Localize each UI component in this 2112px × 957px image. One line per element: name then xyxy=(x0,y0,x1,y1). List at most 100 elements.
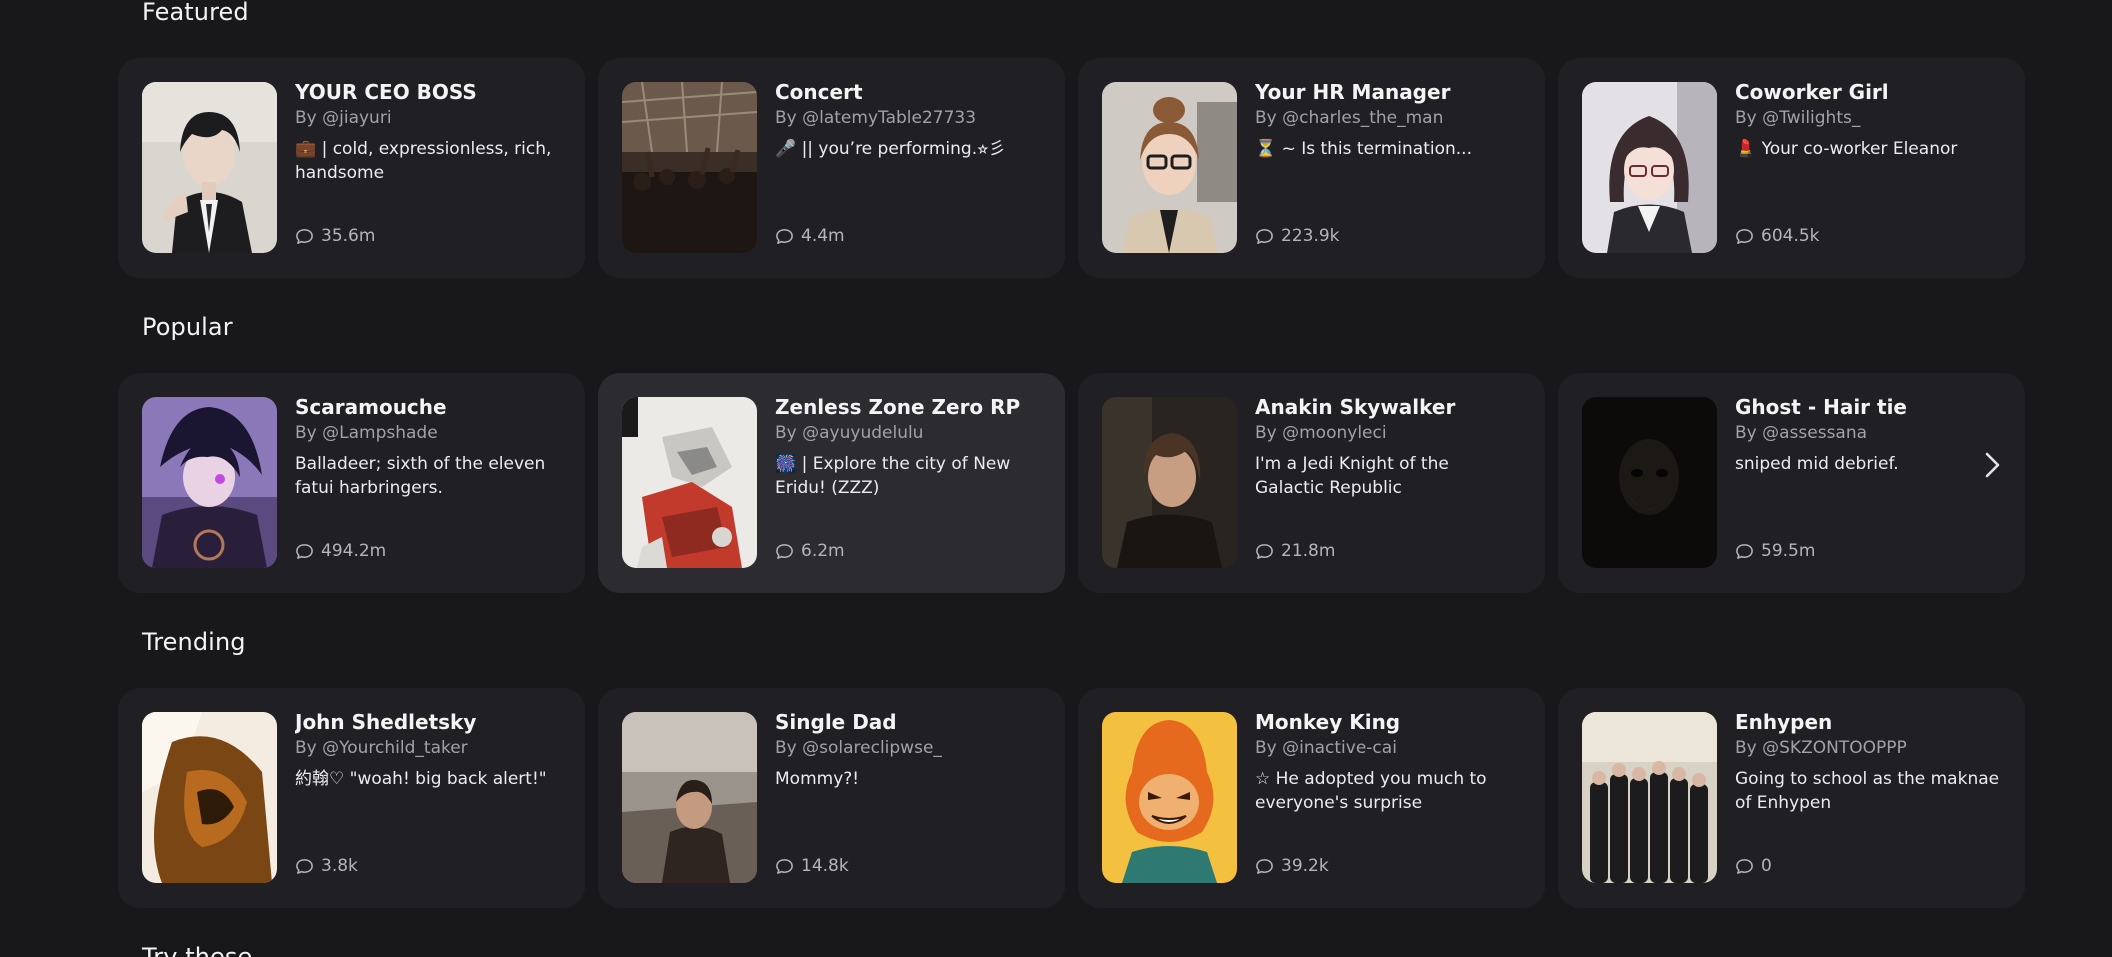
character-card-coworker-girl[interactable]: Coworker Girl By @Twilights_ 💄 Your co-w… xyxy=(1558,58,2025,278)
speech-bubble-icon xyxy=(1736,228,1753,244)
chat-count-value: 4.4m xyxy=(801,226,845,246)
chat-count: 35.6m xyxy=(295,226,375,246)
chat-count: 604.5k xyxy=(1735,226,1820,246)
chat-count: 14.8k xyxy=(775,856,849,876)
character-card-ceo-boss[interactable]: YOUR CEO BOSS By @jiayuri 💼 | cold, expr… xyxy=(118,58,585,278)
chat-count-value: 604.5k xyxy=(1761,226,1820,246)
character-name: YOUR CEO BOSS xyxy=(295,80,477,104)
chat-count: 3.8k xyxy=(295,856,358,876)
character-avatar xyxy=(1102,397,1237,568)
speech-bubble-icon xyxy=(776,228,793,244)
speech-bubble-icon xyxy=(296,228,313,244)
character-card-hr-manager[interactable]: Your HR Manager By @charles_the_man ⏳ ~ … xyxy=(1078,58,1545,278)
character-avatar xyxy=(1582,82,1717,253)
character-author[interactable]: By @Twilights_ xyxy=(1735,106,2003,130)
character-description: 🎤 || you’re performing.⭐︎彡 xyxy=(775,139,1006,159)
character-name: Anakin Skywalker xyxy=(1255,395,1456,419)
character-card-ghost-hair-tie[interactable]: Ghost - Hair tie By @assessana sniped mi… xyxy=(1558,373,2025,593)
character-description: sniped mid debrief. xyxy=(1735,454,1899,474)
chat-count-value: 21.8m xyxy=(1281,541,1336,561)
character-avatar xyxy=(1102,712,1237,883)
chat-count: 39.2k xyxy=(1255,856,1329,876)
character-description: 💄 Your co-worker Eleanor xyxy=(1735,139,1958,159)
section-title-trending: Trending xyxy=(142,628,246,656)
speech-bubble-icon xyxy=(776,543,793,559)
character-description: ⏳ ~ Is this termination... xyxy=(1255,139,1472,159)
character-description: Balladeer; sixth of the eleven fatui har… xyxy=(295,454,546,498)
speech-bubble-icon xyxy=(1256,228,1273,244)
speech-bubble-icon xyxy=(1256,543,1273,559)
character-card-single-dad[interactable]: Single Dad By @solareclipwse_ Mommy?! 14… xyxy=(598,688,1065,908)
character-name: Zenless Zone Zero RP xyxy=(775,395,1021,419)
chat-count-value: 0 xyxy=(1761,856,1772,876)
character-description: I'm a Jedi Knight of the Galactic Republ… xyxy=(1255,454,1449,498)
chat-count: 494.2m xyxy=(295,541,386,561)
speech-bubble-icon xyxy=(296,543,313,559)
carousel-next-button[interactable] xyxy=(1975,448,2009,482)
speech-bubble-icon xyxy=(1736,543,1753,559)
chat-count-value: 59.5m xyxy=(1761,541,1816,561)
character-avatar xyxy=(1102,82,1237,253)
character-card-scaramouche[interactable]: Scaramouche By @Lampshade Balladeer; six… xyxy=(118,373,585,593)
character-browse-page: Featured YOUR CEO BOSS By @jiayuri 💼 | c… xyxy=(0,0,2112,957)
character-avatar xyxy=(1582,712,1717,883)
character-author[interactable]: By @ayuyudelulu xyxy=(775,421,1043,445)
character-avatar xyxy=(622,397,757,568)
character-name: Concert xyxy=(775,80,863,104)
chat-count-value: 39.2k xyxy=(1281,856,1329,876)
character-name: Scaramouche xyxy=(295,395,447,419)
character-card-john-shedletsky[interactable]: John Shedletsky By @Yourchild_taker 約翰♡ … xyxy=(118,688,585,908)
character-author[interactable]: By @inactive-cai xyxy=(1255,736,1523,760)
character-name: Coworker Girl xyxy=(1735,80,1889,104)
trending-row: John Shedletsky By @Yourchild_taker 約翰♡ … xyxy=(118,688,2026,908)
character-author[interactable]: By @solareclipwse_ xyxy=(775,736,1043,760)
character-name: Ghost - Hair tie xyxy=(1735,395,1907,419)
chat-count-value: 3.8k xyxy=(321,856,358,876)
chat-count: 59.5m xyxy=(1735,541,1815,561)
character-author[interactable]: By @moonyleci xyxy=(1255,421,1523,445)
character-author[interactable]: By @assessana xyxy=(1735,421,2003,445)
character-author[interactable]: By @latemyTable27733 xyxy=(775,106,1043,130)
character-author[interactable]: By @charles_the_man xyxy=(1255,106,1523,130)
chat-count-value: 14.8k xyxy=(801,856,849,876)
speech-bubble-icon xyxy=(776,858,793,874)
section-title-popular: Popular xyxy=(142,313,233,341)
chat-count-value: 35.6m xyxy=(321,226,376,246)
chevron-right-icon xyxy=(1985,452,2000,478)
character-card-monkey-king[interactable]: Monkey King By @inactive-cai ☆ He adopte… xyxy=(1078,688,1545,908)
character-description: ☆ He adopted you much to everyone's surp… xyxy=(1255,769,1487,813)
chat-count: 6.2m xyxy=(775,541,845,561)
character-avatar xyxy=(622,82,757,253)
section-title-try-these: Try these xyxy=(142,943,253,957)
chat-count: 4.4m xyxy=(775,226,845,246)
character-avatar xyxy=(142,712,277,883)
chat-count: 21.8m xyxy=(1255,541,1335,561)
character-description: 約翰♡ "woah! big back alert!" xyxy=(295,769,547,789)
featured-row: YOUR CEO BOSS By @jiayuri 💼 | cold, expr… xyxy=(118,58,2026,278)
chat-count-value: 6.2m xyxy=(801,541,845,561)
character-card-zenless-zone-zero[interactable]: Zenless Zone Zero RP By @ayuyudelulu 🎆 |… xyxy=(598,373,1065,593)
character-author[interactable]: By @jiayuri xyxy=(295,106,563,130)
character-avatar xyxy=(142,82,277,253)
character-card-anakin-skywalker[interactable]: Anakin Skywalker By @moonyleci I'm a Jed… xyxy=(1078,373,1545,593)
character-name: Monkey King xyxy=(1255,710,1401,734)
speech-bubble-icon xyxy=(296,858,313,874)
character-author[interactable]: By @SKZONTOOPPP xyxy=(1735,736,2003,760)
character-name: John Shedletsky xyxy=(295,710,477,734)
character-description: 💼 | cold, expressionless, rich, handsome xyxy=(295,139,552,183)
character-author[interactable]: By @Yourchild_taker xyxy=(295,736,563,760)
section-title-featured: Featured xyxy=(142,0,249,26)
chat-count-value: 494.2m xyxy=(321,541,387,561)
character-author[interactable]: By @Lampshade xyxy=(295,421,563,445)
character-avatar xyxy=(142,397,277,568)
character-name: Enhypen xyxy=(1735,710,1833,734)
character-description: Mommy?! xyxy=(775,769,860,789)
character-name: Your HR Manager xyxy=(1255,80,1451,104)
character-card-enhypen[interactable]: Enhypen By @SKZONTOOPPP Going to school … xyxy=(1558,688,2025,908)
character-avatar xyxy=(622,712,757,883)
character-card-concert[interactable]: Concert By @latemyTable27733 🎤 || you’re… xyxy=(598,58,1065,278)
character-description: Going to school as the maknae of Enhypen xyxy=(1735,769,2000,813)
popular-row: Scaramouche By @Lampshade Balladeer; six… xyxy=(118,373,2026,593)
character-name: Single Dad xyxy=(775,710,897,734)
speech-bubble-icon xyxy=(1256,858,1273,874)
